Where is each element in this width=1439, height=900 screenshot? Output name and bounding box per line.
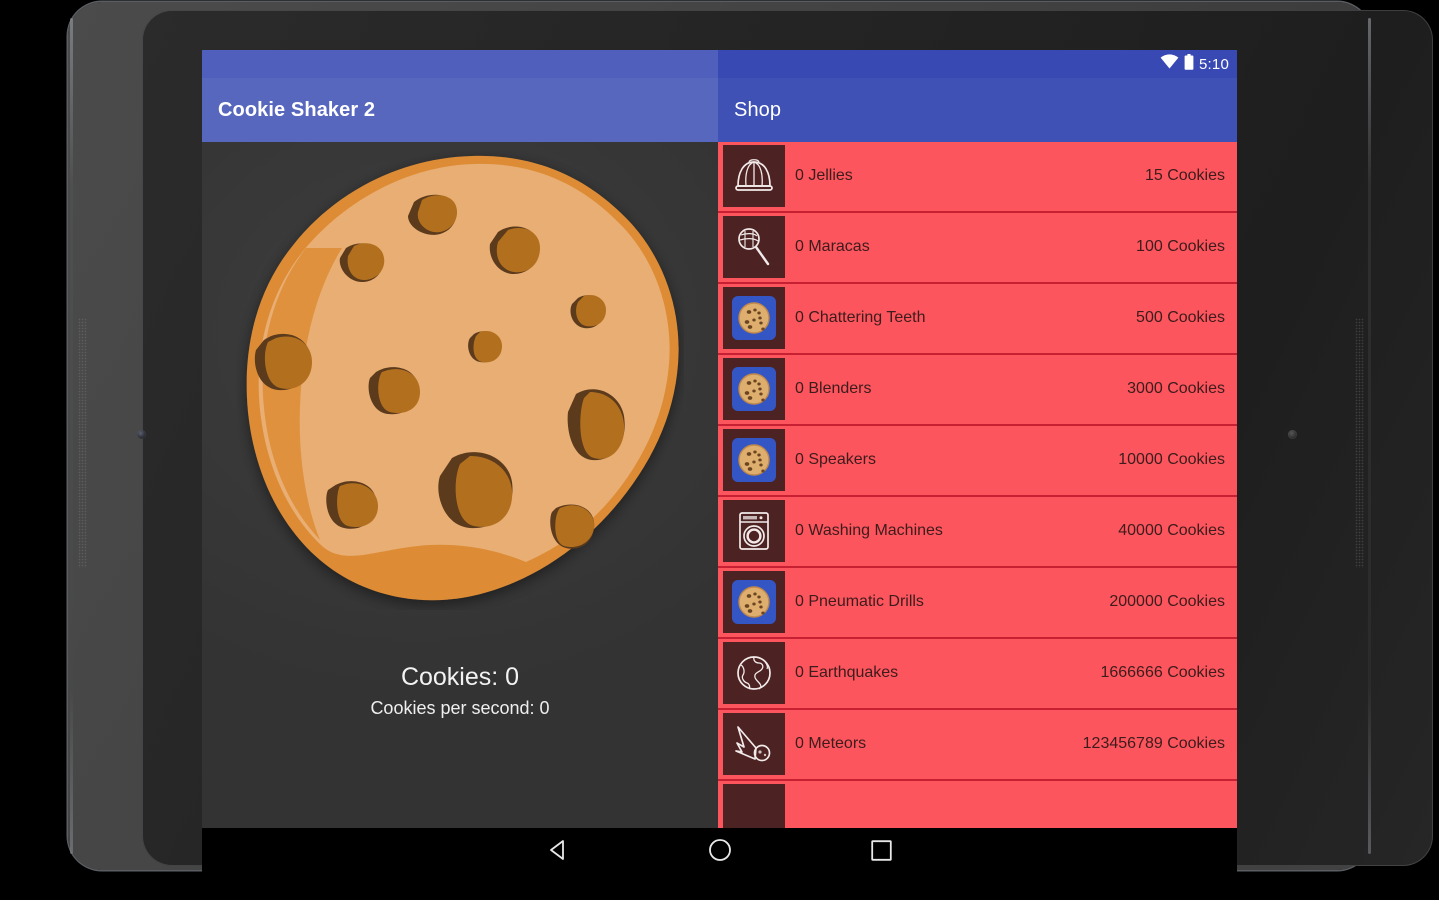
page-title: Cookie Shaker 2 xyxy=(218,98,376,121)
shop-row-price: 15 Cookies xyxy=(1144,167,1225,185)
meteor-icon xyxy=(723,713,785,776)
cookie-tile-icon xyxy=(723,358,785,421)
shop-row[interactable] xyxy=(718,781,1237,828)
washing-machine-icon xyxy=(723,500,785,563)
cookie-tile-icon xyxy=(723,571,785,634)
shop-row-label: 0 Washing Machines xyxy=(795,522,943,540)
cookies-per-second-label: Cookies per second: 0 xyxy=(370,698,550,719)
shop-row-label: 0 Maracas xyxy=(795,238,870,256)
speaker-grille-left xyxy=(78,318,87,568)
shop-row[interactable]: 0 Washing Machines 40000 Cookies xyxy=(718,497,1237,566)
status-bar-indicators: 5:10 xyxy=(1160,50,1229,78)
shop-panel[interactable]: 0 Jellies 15 Cookies 0 Maracas 100 Cookies 0… xyxy=(718,142,1237,828)
shop-row[interactable]: 0 Jellies 15 Cookies xyxy=(718,142,1237,211)
status-clock: 5:10 xyxy=(1199,55,1229,73)
shop-row-label: 0 Chattering Teeth xyxy=(795,309,926,327)
wifi-icon xyxy=(1160,54,1179,74)
recents-square-icon[interactable] xyxy=(865,833,899,867)
android-navigation-bar xyxy=(202,828,1237,872)
shop-row-label: 0 Meteors xyxy=(795,735,867,753)
maraca-icon xyxy=(723,216,785,279)
bezel-edge-right xyxy=(1368,18,1371,854)
cookie-tile-icon xyxy=(723,784,785,828)
shop-row-label: 0 Blenders xyxy=(795,380,872,398)
speaker-grille-right xyxy=(1355,318,1364,568)
shop-row-price: 40000 Cookies xyxy=(1118,522,1225,540)
globe-icon xyxy=(723,642,785,705)
shop-row-label: 0 Earthquakes xyxy=(795,664,899,682)
shop-row-price: 3000 Cookies xyxy=(1127,380,1225,398)
shop-row-price: 1666666 Cookies xyxy=(1100,664,1225,682)
shop-row-label: 0 Speakers xyxy=(795,451,876,469)
shop-row-label: 0 Pneumatic Drills xyxy=(795,593,924,611)
cookie-counters: Cookies: 0 Cookies per second: 0 xyxy=(202,662,718,720)
bezel-edge-left xyxy=(70,18,73,854)
app-content: Cookies: 0 Cookies per second: 0 0 Jelli… xyxy=(202,142,1237,828)
shop-row[interactable]: 0 Maracas 100 Cookies xyxy=(718,213,1237,282)
shop-row-label: 0 Jellies xyxy=(795,167,853,185)
cookie-tile-icon xyxy=(723,287,785,350)
shop-row-price: 123456789 Cookies xyxy=(1082,735,1225,753)
shop-row[interactable]: 0 Speakers 10000 Cookies xyxy=(718,426,1237,495)
shop-row[interactable]: 0 Meteors 123456789 Cookies xyxy=(718,710,1237,779)
shop-row[interactable]: 0 Earthquakes 1666666 Cookies xyxy=(718,639,1237,708)
shop-row[interactable]: 0 Pneumatic Drills 200000 Cookies xyxy=(718,568,1237,637)
shop-panel-title: Shop xyxy=(734,98,782,121)
screen: 5:10 Cookie Shaker 2 Shop Cookies: 0 Coo… xyxy=(202,50,1237,828)
front-camera-left-icon xyxy=(137,430,146,439)
shop-row-price: 100 Cookies xyxy=(1136,238,1225,256)
jelly-icon xyxy=(723,145,785,208)
shop-row-price: 10000 Cookies xyxy=(1118,451,1225,469)
home-circle-icon[interactable] xyxy=(703,833,737,867)
back-triangle-icon[interactable] xyxy=(541,833,575,867)
status-bar: 5:10 xyxy=(202,50,1237,78)
cookie-count-label: Cookies: 0 xyxy=(400,663,520,691)
front-camera-right-icon xyxy=(1288,430,1297,439)
cookie-tile-icon xyxy=(723,429,785,492)
app-bar: Cookie Shaker 2 Shop xyxy=(202,78,1237,142)
clicker-panel: Cookies: 0 Cookies per second: 0 xyxy=(202,142,718,828)
shop-row[interactable]: 0 Blenders 3000 Cookies xyxy=(718,355,1237,424)
shop-list: 0 Jellies 15 Cookies 0 Maracas 100 Cookies 0… xyxy=(718,142,1237,828)
shop-row-price: 200000 Cookies xyxy=(1109,593,1225,611)
shop-row[interactable]: 0 Chattering Teeth 500 Cookies xyxy=(718,284,1237,353)
cookie-button[interactable] xyxy=(236,150,684,610)
status-bar-left-tint xyxy=(202,50,718,78)
shop-row-price: 500 Cookies xyxy=(1136,309,1225,327)
battery-full-icon xyxy=(1184,53,1194,75)
